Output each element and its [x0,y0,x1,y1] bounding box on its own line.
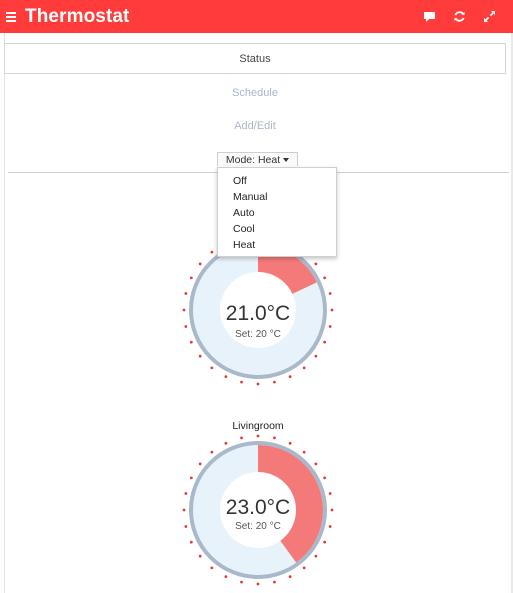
gauge-tick [189,340,193,344]
gauge-tick [328,292,332,295]
current-temperature: 21.0°C [225,302,291,325]
gauge-tick [288,575,292,579]
gauge-tick [314,462,318,466]
gauge-tick [273,580,276,584]
title-bar: Thermostat [0,0,513,33]
mode-option-manual[interactable]: Manual [218,189,336,205]
menu-icon[interactable] [5,0,25,33]
gauge-tick [189,276,193,280]
gauge-tick [184,292,188,295]
app-title: Thermostat [25,5,130,27]
gauge-tick [302,566,306,570]
gauge-tick [189,540,193,544]
mode-option-heat[interactable]: Heat [218,237,336,253]
setpoint-label: Set: 20 °C [235,329,281,340]
gauge-tick [314,554,318,558]
mode-option-auto[interactable]: Auto [218,205,336,221]
gauge-tick [273,436,276,440]
gauge-tick [198,554,202,558]
chat-icon[interactable] [422,9,437,24]
current-temperature: 23.0°C [225,496,291,519]
gauge-tick [323,340,327,344]
gauge-tick [189,476,193,480]
gauge-tick [224,375,228,379]
gauge-tick [256,582,260,586]
zone-name: Livingroom [232,420,284,432]
gauge-tick [210,450,214,454]
gauge-tick [273,380,276,384]
mode-option-off[interactable]: Off [218,173,336,189]
gauge-tick [256,382,260,386]
gauge-tick [256,434,260,438]
caret-down-icon [283,158,290,162]
tab-add-edit[interactable]: Add/Edit [4,110,506,141]
gauge-tick [210,566,214,570]
gauge-tick [288,375,292,379]
gauge-tick [198,262,202,266]
gauge-tick [198,354,202,358]
mode-dropdown-menu: Off Manual Auto Cool Heat [217,167,337,257]
tab-schedule[interactable]: Schedule [4,77,506,108]
mode-label: Mode: Heat [225,153,281,166]
gauge-tick [240,436,243,440]
gauge-tick [240,580,243,584]
gauge-tick [314,354,318,358]
fullscreen-icon[interactable] [482,9,497,24]
gauge-tick [224,575,228,579]
gauge-tick [314,262,318,266]
thermostat-gauge[interactable]: 23.0°C Set: 20 °C [180,432,336,588]
gauge-tick [323,276,327,280]
title-bar-actions [422,0,497,33]
mode-option-cool[interactable]: Cool [218,221,336,237]
gauge-tick [240,380,243,384]
gauge-tick [288,441,292,445]
gauge-tick [323,476,327,480]
gauge-tick [302,450,306,454]
mode-dropdown-button[interactable]: Mode: Heat [217,152,298,166]
gauge-tick [210,250,214,254]
gauge-tick [302,366,306,370]
setpoint-label: Set: 20 °C [235,521,281,532]
gauge-tick [224,441,228,445]
gauge-tick [323,540,327,544]
refresh-icon[interactable] [452,9,467,24]
gauge-tick [184,492,188,495]
gauge-tick [210,366,214,370]
gauge-tick [198,462,202,466]
tab-status[interactable]: Status [4,43,506,74]
gauge-tick [328,492,332,495]
